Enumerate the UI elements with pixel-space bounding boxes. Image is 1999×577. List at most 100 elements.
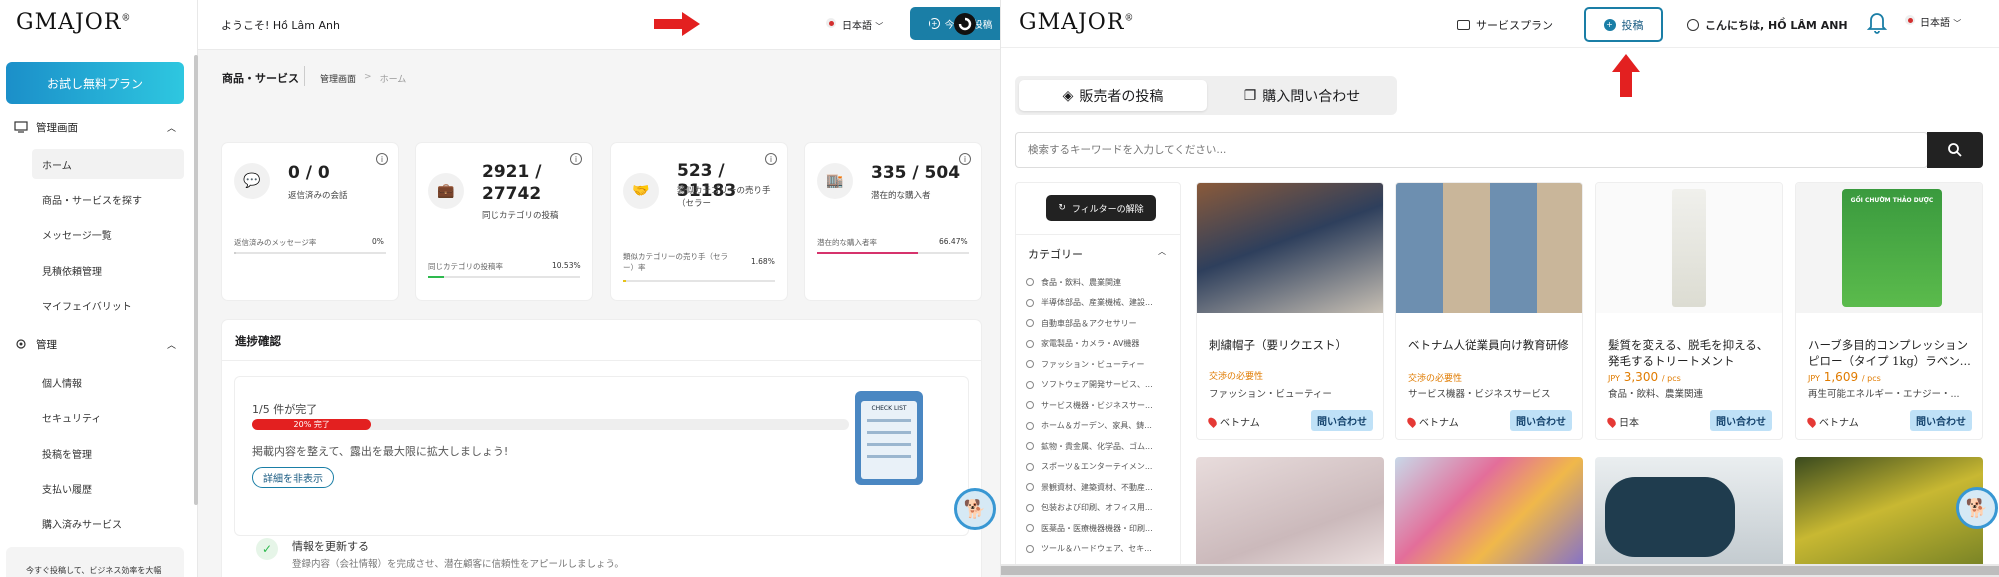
- tab-seller-posts[interactable]: ◈ 販売者の投稿: [1019, 80, 1207, 111]
- stat-bar-fill: [234, 252, 236, 254]
- category-item[interactable]: ホーム＆ガーデン、家具、鋳...: [1026, 416, 1176, 436]
- breadcrumb-level2: ホーム: [379, 75, 407, 85]
- product-card-image[interactable]: [1795, 457, 1983, 577]
- info-icon[interactable]: i: [570, 153, 582, 165]
- radio-button[interactable]: [1026, 401, 1034, 409]
- radio-button[interactable]: [1026, 462, 1034, 471]
- sidebar-item-search-products[interactable]: 商品・サービスを探す: [32, 184, 184, 214]
- sidebar-item-messages[interactable]: メッセージ一覧: [32, 219, 184, 249]
- category-item[interactable]: 自動車部品＆アクセサリー: [1026, 313, 1176, 333]
- negotiation-label: 交渉の必要性: [1408, 374, 1463, 384]
- logo[interactable]: GMAJOR®: [1019, 10, 1134, 35]
- product-location: 日本: [1605, 414, 1639, 429]
- category-item[interactable]: 食品・飲料、農業関連: [1026, 272, 1176, 292]
- radio-button[interactable]: [1026, 298, 1034, 307]
- category-item[interactable]: ツール＆ハードウェア、セキ...: [1026, 539, 1176, 559]
- language-select[interactable]: 日本語 ﹀: [842, 17, 883, 32]
- progress-message: 掲載内容を整えて、露出を最大限に拡大しましょう!: [252, 445, 509, 458]
- copy-icon: ❐: [1243, 87, 1257, 104]
- sidebar-item-purchased-services[interactable]: 購入済みサービス: [32, 508, 184, 538]
- category-item[interactable]: 半導体部品、産業機械、建設...: [1026, 293, 1176, 313]
- horizontal-scrollbar[interactable]: [1001, 564, 1999, 577]
- breadcrumb-level1[interactable]: 管理画面: [320, 72, 356, 85]
- bell-icon[interactable]: [913, 11, 937, 37]
- radio-button[interactable]: [1026, 278, 1034, 286]
- chevron-up-icon[interactable]: ︿: [1158, 246, 1166, 257]
- inquiry-button[interactable]: 問い合わせ: [1910, 410, 1972, 431]
- welcome-text: ようこそ! Hồ Lâm Anh: [221, 19, 340, 32]
- category-item[interactable]: 鉱物・貴金属、化学品、ゴム...: [1026, 436, 1176, 456]
- refresh-icon: ↻: [1058, 203, 1066, 213]
- sidebar-section-manage[interactable]: 管理 ︿: [6, 329, 184, 359]
- category-item[interactable]: ソフトウェア開発サービス、...: [1026, 375, 1176, 395]
- product-card-image[interactable]: [1595, 457, 1783, 577]
- info-icon[interactable]: i: [376, 153, 388, 165]
- stat-bar-label: 潜在的な購入者率: [817, 238, 877, 247]
- stat-label: 類似カテゴリーの売り手（セラー: [677, 186, 771, 209]
- clear-filter-button[interactable]: ↻ フィルターの解除: [1046, 195, 1156, 221]
- radio-button[interactable]: [1026, 544, 1034, 553]
- sidebar-item-quotes[interactable]: 見積依頼管理: [32, 255, 184, 285]
- location-pin-icon: [1206, 415, 1219, 428]
- radio-button[interactable]: [1026, 421, 1034, 430]
- stat-value: 335 / 504: [871, 163, 961, 183]
- product-card[interactable]: GỐI CHƯỜM THẢO DƯỢC ハーブ多目的コンプレッションピロー（タイ…: [1795, 182, 1983, 440]
- sidebar-scrollbar[interactable]: [194, 55, 198, 505]
- radio-button[interactable]: [1026, 524, 1034, 532]
- category-item[interactable]: サービス機器・ビジネスサー...: [1026, 395, 1176, 415]
- inquiry-button[interactable]: 問い合わせ: [1311, 410, 1373, 431]
- package-label: GỐI CHƯỜM THẢO DƯỢC: [1850, 197, 1934, 204]
- progress-count: 1/5 件が完了: [252, 403, 318, 416]
- bell-icon[interactable]: [1865, 9, 1889, 35]
- category-item[interactable]: 包装および印刷、オフィス用...: [1026, 498, 1176, 518]
- sidebar-item-manage-posts[interactable]: 投稿を管理: [32, 438, 184, 468]
- inquiry-button[interactable]: 問い合わせ: [1510, 410, 1572, 431]
- category-item[interactable]: ファッション・ビューティー: [1026, 354, 1176, 374]
- location-pin-icon: [1605, 415, 1618, 428]
- product-card[interactable]: ベトナム人従業員向け教育研修 交渉の必要性 サービス機器・ビジネスサービス ベト…: [1395, 182, 1583, 440]
- category-item[interactable]: スポーツ＆エンターテイメン...: [1026, 457, 1176, 477]
- info-icon[interactable]: i: [765, 153, 777, 165]
- free-trial-button[interactable]: お試し無料プラン: [6, 62, 184, 104]
- category-item[interactable]: 景観資材、建築資材、不動産...: [1026, 477, 1176, 497]
- product-image: [1596, 183, 1782, 313]
- logo[interactable]: GMAJOR®: [16, 10, 131, 35]
- info-icon[interactable]: i: [959, 153, 971, 165]
- sidebar-item-profile[interactable]: 個人情報: [32, 367, 184, 397]
- tab-purchase-inquiries[interactable]: ❐ 購入問い合わせ: [1211, 80, 1393, 111]
- top-bar: ようこそ! Hồ Lâm Anh + 今すぐ投稿 日本語 ﹀: [198, 0, 1000, 50]
- search-button[interactable]: [1927, 132, 1983, 168]
- sidebar-section-dashboard[interactable]: 管理画面 ︿: [6, 112, 184, 142]
- radio-button[interactable]: [1026, 339, 1034, 348]
- radio-button[interactable]: [1026, 483, 1034, 491]
- product-location: ベトナム: [1805, 414, 1859, 429]
- product-card[interactable]: 髪質を変える、脱毛を抑える、発毛するトリートメント JPY 3,300 / pc…: [1595, 182, 1783, 440]
- sidebar-item-favorites[interactable]: マイフェイバリット: [32, 290, 184, 320]
- product-location: ベトナム: [1206, 414, 1260, 429]
- hide-details-button[interactable]: 詳細を非表示: [252, 467, 334, 488]
- inquiry-button[interactable]: 問い合わせ: [1710, 410, 1772, 431]
- language-select[interactable]: 日本語 ﹀: [1920, 14, 1961, 29]
- search-input[interactable]: [1016, 133, 1896, 167]
- sidebar-item-payment-history[interactable]: 支払い履歴: [32, 473, 184, 503]
- progress-title: 進捗確認: [235, 334, 281, 348]
- radio-button[interactable]: [1026, 360, 1034, 368]
- chatbot-mascot-icon[interactable]: 🐕: [954, 488, 996, 530]
- service-plan-link[interactable]: サービスプラン: [1457, 17, 1553, 33]
- product-card-image[interactable]: [1395, 457, 1583, 577]
- product-card-image[interactable]: [1196, 457, 1384, 577]
- category-item[interactable]: 医薬品・医療機器機器・印刷...: [1026, 518, 1176, 538]
- category-item[interactable]: 家電製品・カメラ・AV機器: [1026, 334, 1176, 354]
- stat-label: 返信済みの会話: [288, 191, 348, 201]
- radio-button[interactable]: [1026, 442, 1034, 450]
- post-button[interactable]: + 投稿: [1584, 7, 1663, 42]
- radio-button[interactable]: [1026, 319, 1034, 327]
- sidebar-item-home[interactable]: ホーム: [32, 149, 184, 179]
- avatar-logo-icon[interactable]: [952, 11, 978, 37]
- chatbot-mascot-icon[interactable]: 🐕: [1956, 487, 1998, 529]
- user-greeting[interactable]: こんにちは, HỒ LÂM ANH: [1687, 17, 1848, 33]
- sidebar-item-security[interactable]: セキュリティ: [32, 402, 184, 432]
- product-card[interactable]: 刺繍帽子（要リクエスト） 交渉の必要性 ファッション・ビューティー ベトナム 問…: [1196, 182, 1384, 440]
- radio-button[interactable]: [1026, 380, 1034, 389]
- radio-button[interactable]: [1026, 503, 1034, 512]
